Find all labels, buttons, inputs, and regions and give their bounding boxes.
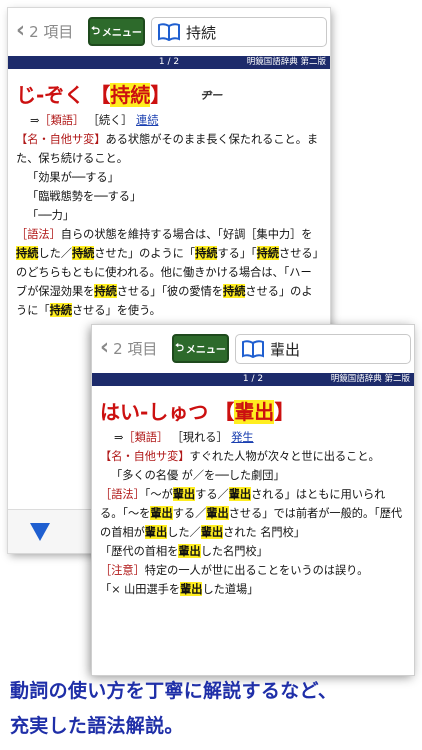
synonym-link[interactable]: 発生	[231, 431, 253, 444]
chevron-left-icon: ‹	[100, 335, 110, 360]
search-field[interactable]: 持続	[151, 17, 327, 47]
menu-button[interactable]: ⮌ メニュー	[88, 17, 145, 46]
synonym-line: ⇒［類語］ ［続く］ 連続	[30, 114, 159, 127]
headword-kana: じ-ぞく	[16, 82, 85, 107]
book-icon	[152, 23, 186, 41]
definition: 【名・自他サ変】ある状態がそのまま長く保たれること。また、保ち続けること。	[16, 133, 319, 165]
book-icon	[236, 340, 270, 358]
usage-note: ［語法］「〜が輩出する／輩出される」はともに用いられる。「〜を輩出する／輩出させ…	[100, 487, 403, 539]
usage-note: ［語法］自らの状態を維持する場合は、「好調［集中力］を持続した／持続させた」のよ…	[16, 228, 319, 317]
headword-kanji: 【持続】	[90, 82, 171, 107]
back-button[interactable]: ‹ 2 項目	[16, 18, 73, 44]
dictionary-screen-front: ‹ 2 項目 ⮌ メニュー 輩出 1 / 2 明鏡国語辞典 第二版 はい-しゅつ…	[92, 325, 414, 675]
search-field[interactable]: 輩出	[235, 334, 411, 364]
caption-line-2: 充実した語法解説。	[10, 715, 184, 737]
example-3: 「× 山田選手を輩出した道場」	[100, 582, 259, 596]
example-1: 「効果が──する」	[27, 171, 119, 184]
search-term: 持続	[186, 23, 217, 42]
back-label: 2 項目	[29, 22, 74, 41]
synonym-line: ⇒［類語］ ［現れる］ 発生	[114, 431, 254, 444]
headword: はい-しゅつ 【輩出】	[100, 396, 406, 428]
synonym-link[interactable]: 連続	[136, 114, 158, 127]
chevron-left-icon: ‹	[16, 18, 26, 43]
headword-kanji: 【輩出】	[214, 399, 295, 424]
back-button[interactable]: ‹ 2 項目	[100, 335, 157, 361]
caption-line-1: 動詞の使い方を丁寧に解説するなど、	[10, 680, 338, 702]
caution-note: ［注意］特定の一人が世に出ることをいうのは誤り。	[100, 564, 369, 577]
example-2: 「歴代の首相を輩出した名門校」	[100, 544, 268, 558]
toolbar: ‹ 2 項目 ⮌ メニュー 持続	[8, 8, 330, 56]
toolbar: ‹ 2 項目 ⮌ メニュー 輩出	[92, 325, 414, 373]
menu-label: メニュー	[101, 28, 142, 39]
headword-kana: はい-しゅつ	[100, 399, 209, 424]
example-2: 「臨戦態勢を──する」	[27, 190, 142, 203]
menu-button[interactable]: ⮌ メニュー	[172, 334, 229, 363]
return-arrow-icon: ⮌	[91, 24, 100, 37]
headword: じ-ぞく 【持続】 ヂー	[16, 79, 322, 111]
search-term: 輩出	[270, 340, 301, 359]
return-arrow-icon: ⮌	[175, 341, 184, 354]
definition: 【名・自他サ変】すぐれた人物が次々と世に出ること。	[100, 450, 380, 463]
scroll-down-icon[interactable]	[30, 523, 50, 541]
dictionary-name: 明鏡国語辞典 第二版	[246, 57, 326, 67]
example-1: 「多くの名優 が／を──した劇団」	[111, 469, 285, 482]
page-indicator-bar: 1 / 2 明鏡国語辞典 第二版	[8, 56, 330, 69]
accent-note: ヂー	[200, 88, 223, 102]
page-indicator-bar: 1 / 2 明鏡国語辞典 第二版	[92, 373, 414, 386]
entry-content: じ-ぞく 【持続】 ヂー ⇒［類語］ ［続く］ 連続 【名・自他サ変】ある状態が…	[8, 79, 330, 320]
back-label: 2 項目	[113, 339, 158, 358]
dictionary-name: 明鏡国語辞典 第二版	[330, 374, 410, 384]
example-3: 「──力」	[27, 209, 75, 222]
entry-content: はい-しゅつ 【輩出】 ⇒［類語］ ［現れる］ 発生 【名・自他サ変】すぐれた人…	[92, 396, 414, 599]
menu-label: メニュー	[185, 345, 226, 356]
